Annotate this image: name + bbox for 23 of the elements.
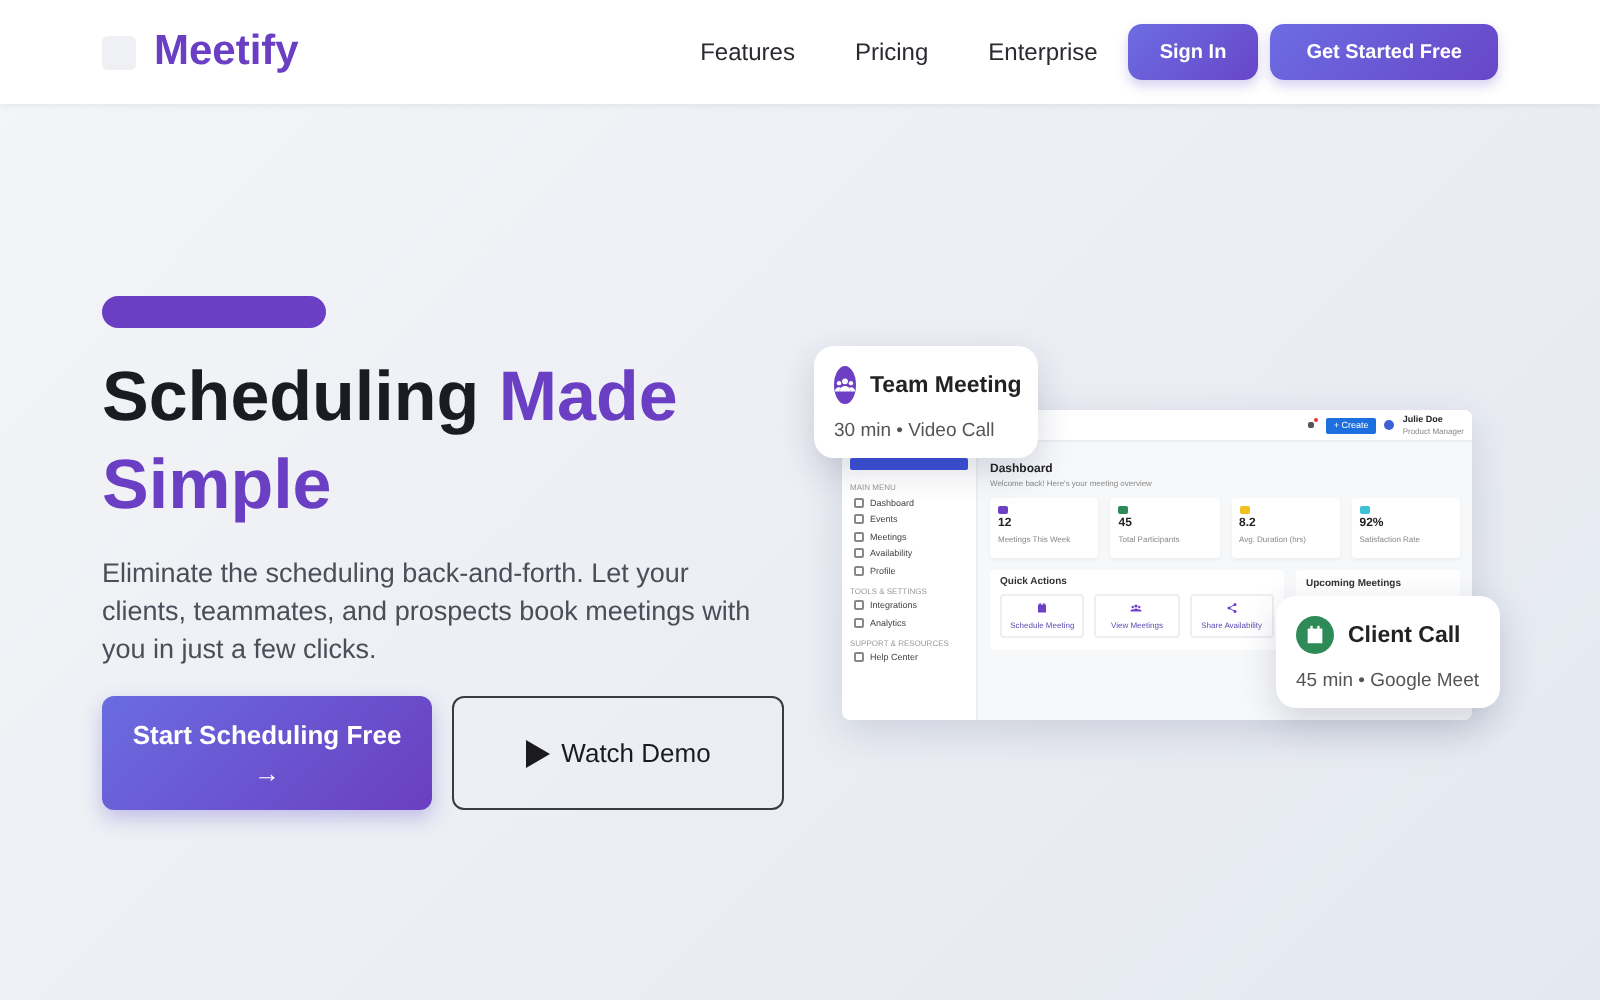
- watch-demo-button[interactable]: Watch Demo: [452, 696, 784, 810]
- nav-link[interactable]: Features: [700, 38, 795, 66]
- share-icon: [1225, 602, 1238, 614]
- calendar-icon: [1304, 624, 1326, 646]
- meeting-details: 45 min • Google Meet: [1296, 670, 1480, 692]
- nav-link[interactable]: Enterprise: [988, 38, 1098, 66]
- people-icon: [834, 374, 856, 396]
- nav-link[interactable]: Pricing: [854, 38, 929, 66]
- start-scheduling-button[interactable]: Start Scheduling Free →: [102, 696, 432, 810]
- bell-icon[interactable]: [1307, 422, 1314, 428]
- brand-name[interactable]: Meetify: [154, 28, 299, 76]
- meeting-details: 30 min • Video Call: [834, 420, 997, 442]
- meeting-title: Client Call: [1348, 623, 1461, 647]
- hero-heading: Scheduling Made Simple: [102, 356, 680, 528]
- get-started-button[interactable]: Get Started Free: [1270, 24, 1498, 80]
- people-icon: [1130, 602, 1143, 614]
- avatar-icon: [1384, 420, 1395, 430]
- menu-icon: [854, 652, 864, 663]
- hero-description: Eliminate the scheduling back-and-forth. Let your clients, teammates, and prospects book meetings with you in just a few clicks.: [102, 556, 752, 668]
- calendar-icon: [1036, 602, 1049, 614]
- play-icon: [525, 739, 550, 767]
- meeting-title: Team Meeting: [870, 373, 1022, 397]
- sign-in-button[interactable]: Sign In: [1127, 24, 1259, 80]
